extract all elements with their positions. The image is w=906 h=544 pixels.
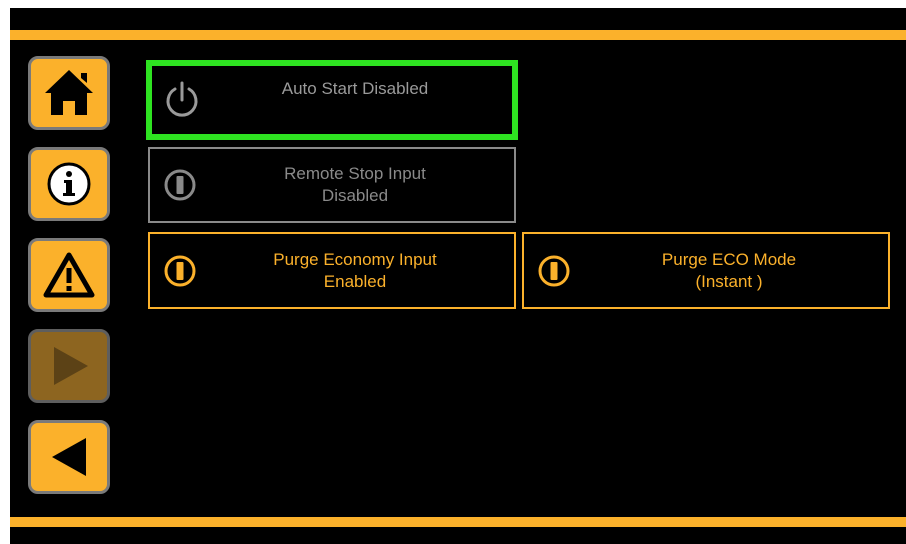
- home-icon: [45, 70, 93, 115]
- purge-eco-mode-tile[interactable]: Purge ECO Mode (Instant ): [522, 232, 890, 309]
- bottom-accent-bar: [10, 517, 906, 527]
- purge-eco-mode-line2: (Instant ): [695, 271, 763, 291]
- toggle-on-icon: [164, 255, 196, 286]
- remote-stop-tile[interactable]: Remote Stop Input Disabled: [148, 147, 516, 223]
- auto-start-tile[interactable]: Auto Start Disabled: [146, 60, 518, 140]
- back-left-icon: [52, 438, 86, 476]
- remote-stop-label: Remote Stop Input Disabled: [206, 149, 504, 221]
- home-button[interactable]: [28, 56, 110, 130]
- hmi-screen: Auto Start Disabled Remote Stop Input Di…: [10, 8, 906, 544]
- purge-economy-label: Purge Economy Input Enabled: [206, 234, 504, 307]
- purge-eco-mode-line1: Purge ECO Mode: [661, 249, 797, 269]
- info-button[interactable]: [28, 147, 110, 221]
- purge-economy-tile[interactable]: Purge Economy Input Enabled: [148, 232, 516, 309]
- back-button[interactable]: [28, 420, 110, 494]
- toggle-on-icon: [538, 255, 570, 286]
- top-accent-bar: [10, 30, 906, 40]
- purge-eco-mode-label: Purge ECO Mode (Instant ): [580, 234, 878, 307]
- remote-stop-line1: Remote Stop Input: [284, 164, 426, 183]
- info-icon: [47, 162, 91, 206]
- auto-start-label: Auto Start Disabled: [208, 66, 502, 134]
- play-right-icon: [54, 347, 88, 385]
- purge-economy-line2: Enabled: [323, 271, 387, 291]
- remote-stop-line2: Disabled: [321, 186, 389, 205]
- alarms-button[interactable]: [28, 238, 110, 312]
- auto-start-text: Auto Start Disabled: [281, 79, 429, 98]
- forward-button[interactable]: [28, 329, 110, 403]
- warning-icon: [43, 252, 95, 298]
- purge-economy-line1: Purge Economy Input: [273, 249, 437, 269]
- power-icon: [166, 81, 198, 117]
- toggle-off-icon: [164, 169, 196, 201]
